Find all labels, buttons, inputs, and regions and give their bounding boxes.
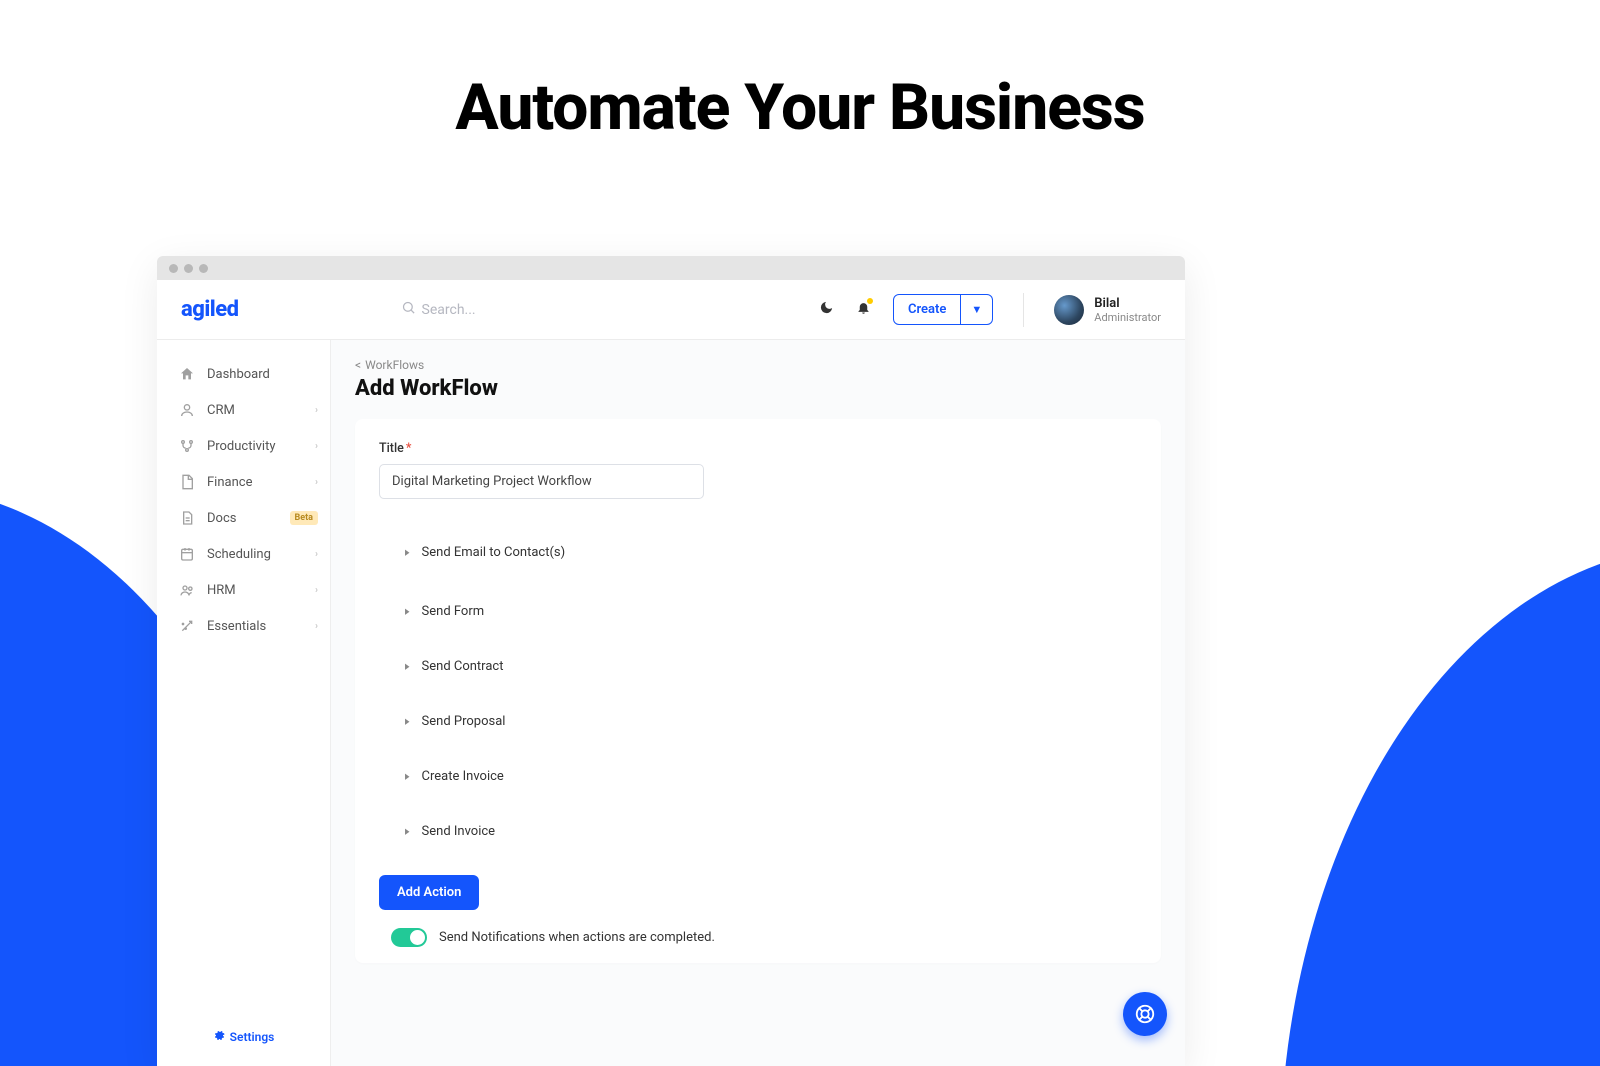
home-icon [179, 366, 195, 382]
create-button-group: Create ▼ [893, 294, 993, 325]
action-label: Send Contract [422, 659, 504, 674]
expand-icon: ▸ [405, 546, 410, 560]
branch-icon [179, 438, 195, 454]
chevron-right-icon: › [315, 405, 318, 416]
chevron-right-icon: › [315, 441, 318, 452]
decorative-wave-right [1260, 526, 1600, 1066]
settings-label: Settings [230, 1030, 275, 1044]
sidebar-item-essentials[interactable]: Essentials › [157, 608, 330, 644]
divider [1023, 293, 1024, 327]
sidebar-item-docs[interactable]: Docs Beta [157, 500, 330, 536]
user-icon [179, 402, 195, 418]
sidebar-item-finance[interactable]: Finance › [157, 464, 330, 500]
sidebar-item-label: CRM [207, 403, 235, 418]
title-input[interactable] [379, 464, 704, 499]
expand-icon: ▸ [405, 825, 410, 839]
chevron-right-icon: › [315, 621, 318, 632]
window-dot [184, 264, 193, 273]
user-menu[interactable]: Bilal Administrator [1054, 295, 1161, 325]
sidebar-item-crm[interactable]: CRM › [157, 392, 330, 428]
sidebar-item-dashboard[interactable]: Dashboard [157, 356, 330, 392]
brand-logo[interactable]: agiled [181, 297, 239, 322]
gear-icon [213, 1029, 225, 1044]
sidebar-item-label: Productivity [207, 439, 275, 454]
workflow-action-row[interactable]: ▸ Send Contract [379, 645, 1137, 688]
chevron-right-icon: › [315, 585, 318, 596]
search-icon [401, 300, 416, 319]
window-dot [199, 264, 208, 273]
notifications-toggle[interactable] [391, 928, 427, 947]
main-content: < WorkFlows Add WorkFlow Title* ▸ Send E… [331, 340, 1185, 1066]
calendar-icon [179, 546, 195, 562]
create-dropdown[interactable]: ▼ [961, 294, 993, 325]
file-icon [179, 510, 195, 526]
avatar [1054, 295, 1084, 325]
sidebar-item-label: Dashboard [207, 367, 270, 382]
wand-icon [179, 618, 195, 634]
create-button[interactable]: Create [893, 294, 961, 325]
sidebar-item-scheduling[interactable]: Scheduling › [157, 536, 330, 572]
sidebar-item-label: Docs [207, 511, 236, 526]
expand-icon: ▸ [405, 770, 410, 784]
document-icon [179, 474, 195, 490]
expand-icon: ▸ [405, 605, 410, 619]
workflow-action-row[interactable]: ▸ Send Form [379, 590, 1137, 633]
sidebar-item-label: Essentials [207, 619, 266, 634]
sidebar-item-hrm[interactable]: HRM › [157, 572, 330, 608]
sidebar-item-label: Finance [207, 475, 252, 490]
notification-dot [867, 298, 873, 304]
workflow-form-card: Title* ▸ Send Email to Contact(s) ▸ Send… [355, 419, 1161, 963]
beta-badge: Beta [290, 511, 318, 525]
page-title: Add WorkFlow [355, 376, 1161, 401]
hero-title: Automate Your Business [0, 0, 1600, 145]
breadcrumb-label: WorkFlows [365, 358, 424, 372]
window-dot [169, 264, 178, 273]
chevron-right-icon: › [315, 549, 318, 560]
action-label: Send Email to Contact(s) [422, 545, 566, 560]
settings-link[interactable]: Settings [157, 1017, 330, 1056]
help-button[interactable] [1123, 992, 1167, 1036]
notifications-label: Send Notifications when actions are comp… [439, 930, 715, 945]
dark-mode-toggle[interactable] [819, 300, 834, 319]
sidebar: Dashboard CRM › Productivity › Finance › [157, 340, 331, 1066]
people-icon [179, 582, 195, 598]
action-label: Create Invoice [422, 769, 504, 784]
user-role: Administrator [1094, 311, 1161, 324]
sidebar-item-label: HRM [207, 583, 236, 598]
chevron-right-icon: › [315, 477, 318, 488]
sidebar-item-productivity[interactable]: Productivity › [157, 428, 330, 464]
expand-icon: ▸ [405, 660, 410, 674]
add-action-button[interactable]: Add Action [379, 875, 479, 910]
browser-frame: agiled Create ▼ Bilal Administrator [157, 256, 1185, 1066]
topbar: agiled Create ▼ Bilal Administrator [157, 280, 1185, 340]
workflow-action-row[interactable]: ▸ Create Invoice [379, 755, 1137, 798]
action-label: Send Invoice [422, 824, 496, 839]
workflow-action-row[interactable]: ▸ Send Invoice [379, 810, 1137, 853]
required-indicator: * [406, 441, 412, 456]
expand-icon: ▸ [405, 715, 410, 729]
sidebar-item-label: Scheduling [207, 547, 271, 562]
notifications-icon[interactable] [856, 300, 871, 319]
user-name: Bilal [1094, 296, 1161, 311]
workflow-action-row[interactable]: ▸ Send Proposal [379, 700, 1137, 743]
search-wrap[interactable] [401, 300, 797, 319]
search-input[interactable] [422, 302, 622, 318]
workflow-action-row[interactable]: ▸ Send Email to Contact(s) [379, 527, 1137, 578]
browser-titlebar [157, 256, 1185, 280]
action-label: Send Proposal [422, 714, 506, 729]
action-label: Send Form [422, 604, 485, 619]
breadcrumb[interactable]: < WorkFlows [355, 358, 1161, 372]
chevron-left-icon: < [355, 358, 361, 372]
title-label: Title* [379, 441, 1137, 456]
